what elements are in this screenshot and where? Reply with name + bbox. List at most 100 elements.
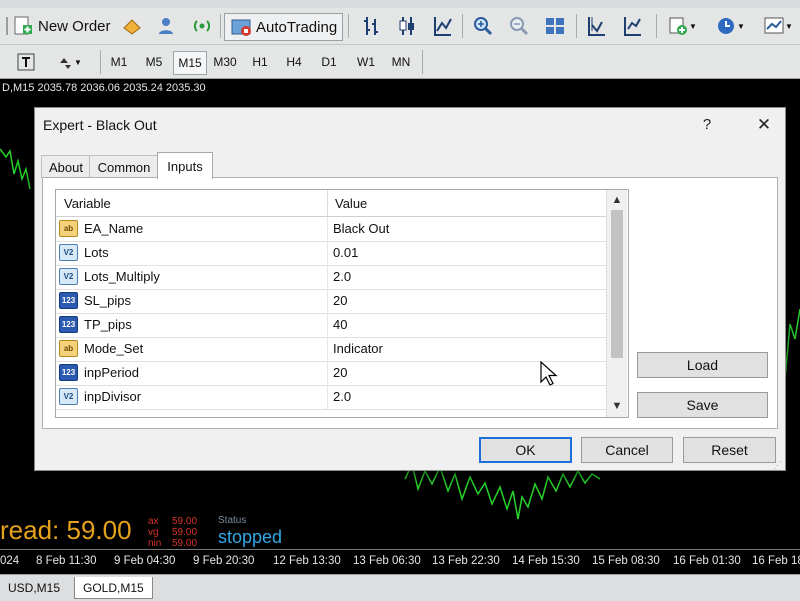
indicators-button[interactable]: ▼ — [664, 14, 700, 38]
tile-windows-button[interactable] — [542, 14, 568, 38]
row-variable: inpPeriod — [84, 365, 139, 380]
reset-button[interactable]: Reset — [683, 437, 776, 463]
string-type-icon: ab — [59, 340, 78, 357]
signals-button[interactable] — [190, 14, 214, 38]
new-order-icon — [14, 16, 32, 35]
table-row[interactable]: 123 SL_pips 20 — [56, 289, 606, 314]
objects-tool-button[interactable]: ▼ — [50, 50, 88, 74]
time-label: 024 — [0, 555, 20, 567]
chart-shift-icon — [588, 17, 605, 36]
autotrading-icon — [231, 19, 251, 36]
column-header-value[interactable]: Value — [335, 196, 367, 211]
timeframe-h4[interactable]: H4 — [279, 51, 309, 73]
tab-about[interactable]: About — [41, 155, 91, 178]
save-button[interactable]: Save — [637, 392, 768, 418]
status-label: Status — [218, 515, 247, 526]
row-variable: EA_Name — [84, 221, 144, 236]
candlestick-button[interactable] — [394, 14, 420, 38]
template-icon — [764, 17, 784, 34]
timeframe-m5[interactable]: M5 — [138, 51, 170, 73]
timeframe-w1[interactable]: W1 — [349, 51, 383, 73]
row-value[interactable]: Black Out — [333, 221, 389, 236]
resize-grip-icon[interactable]: ⋰ — [773, 460, 782, 471]
table-scrollbar[interactable]: ▲ ▼ — [606, 190, 627, 417]
metaeditor-button[interactable] — [120, 14, 144, 38]
row-variable: inpDivisor — [84, 389, 142, 404]
autoscroll-button[interactable] — [620, 14, 646, 38]
table-row[interactable]: V2 Lots_Multiply 2.0 — [56, 265, 606, 290]
close-icon[interactable]: ✕ — [753, 114, 775, 136]
text-tool-button[interactable] — [14, 50, 38, 74]
spread-min-label: nin — [148, 538, 162, 549]
row-variable: Mode_Set — [84, 341, 144, 356]
accounts-button[interactable] — [154, 14, 178, 38]
row-value[interactable]: 40 — [333, 317, 347, 332]
chart-shift-button[interactable] — [584, 14, 610, 38]
timeframe-m1[interactable]: M1 — [104, 51, 134, 73]
timeframe-d1[interactable]: D1 — [313, 51, 345, 73]
row-value[interactable]: 2.0 — [333, 269, 351, 284]
row-value[interactable]: 20 — [333, 365, 347, 380]
timeframe-m30[interactable]: M30 — [208, 51, 242, 73]
tile-windows-icon — [546, 18, 564, 34]
line-chart-button[interactable] — [430, 14, 456, 38]
table-row[interactable]: V2 inpDivisor 2.0 — [56, 385, 606, 410]
column-header-variable[interactable]: Variable — [64, 196, 111, 211]
bars-icon — [364, 17, 378, 35]
time-axis: 024 8 Feb 11:30 9 Feb 04:30 9 Feb 20:30 … — [0, 549, 800, 574]
tab-common[interactable]: Common — [89, 155, 159, 178]
table-row[interactable]: 123 inpPeriod 20 — [56, 361, 606, 386]
row-value[interactable]: 20 — [333, 293, 347, 308]
toolbar-grip — [2, 17, 12, 35]
autotrading-label: AutoTrading — [256, 18, 338, 36]
bar-chart-button[interactable] — [358, 14, 384, 38]
time-label: 13 Feb 22:30 — [432, 555, 500, 567]
ok-button[interactable]: OK — [479, 437, 572, 463]
time-label: 13 Feb 06:30 — [353, 555, 421, 567]
timeframe-mn[interactable]: MN — [386, 51, 416, 73]
periods-button[interactable]: ▼ — [712, 14, 748, 38]
new-order-label: New Order — [38, 17, 111, 35]
expert-dialog: Expert - Black Out ? ✕ About Common Inpu… — [34, 107, 786, 471]
help-button[interactable]: ? — [699, 114, 715, 134]
cancel-button[interactable]: Cancel — [581, 437, 673, 463]
person-icon — [159, 18, 173, 34]
templates-button[interactable]: ▼ — [760, 14, 796, 38]
arrows-icon — [60, 58, 72, 69]
spread-min-value: 59.00 — [172, 538, 198, 549]
diamond-book-icon — [123, 19, 141, 35]
autotrading-button[interactable]: AutoTrading — [224, 13, 344, 41]
autoscroll-icon — [624, 17, 641, 36]
row-value[interactable]: Indicator — [333, 341, 383, 356]
candlestick-icon — [399, 17, 414, 35]
table-row[interactable]: 123 TP_pips 40 — [56, 313, 606, 338]
table-row[interactable]: V2 Lots 0.01 — [56, 241, 606, 266]
table-row[interactable]: ab Mode_Set Indicator — [56, 337, 606, 362]
table-row[interactable]: ab EA_Name Black Out — [56, 217, 606, 242]
scroll-thumb[interactable] — [611, 210, 623, 358]
clock-icon — [718, 18, 735, 34]
scroll-down-icon[interactable]: ▼ — [607, 397, 627, 415]
spread-avg-value: 59.00 — [172, 527, 198, 538]
spread-readout: read: 59.00 — [0, 515, 132, 545]
time-label: 9 Feb 20:30 — [193, 555, 255, 567]
row-value[interactable]: 2.0 — [333, 389, 351, 404]
indicators-plus-icon — [669, 17, 688, 35]
timeframe-m15[interactable]: M15 — [173, 51, 207, 75]
zoom-in-button[interactable] — [470, 14, 496, 38]
time-label: 9 Feb 04:30 — [114, 555, 176, 567]
timeframe-h1[interactable]: H1 — [245, 51, 275, 73]
zoom-out-button[interactable] — [506, 14, 532, 38]
chart-tab-gold[interactable]: GOLD,M15 — [74, 577, 153, 599]
spread-max-value: 59.00 — [172, 516, 198, 527]
row-variable: Lots — [84, 245, 109, 260]
row-variable: Lots_Multiply — [84, 269, 160, 284]
load-button[interactable]: Load — [637, 352, 768, 378]
row-variable: TP_pips — [84, 317, 132, 332]
new-order-button[interactable]: New Order — [12, 14, 111, 38]
scroll-up-icon[interactable]: ▲ — [607, 191, 627, 209]
row-variable: SL_pips — [84, 293, 131, 308]
tab-inputs[interactable]: Inputs — [157, 152, 213, 179]
chart-tab-usd[interactable]: USD,M15 — [0, 577, 68, 598]
row-value[interactable]: 0.01 — [333, 245, 358, 260]
